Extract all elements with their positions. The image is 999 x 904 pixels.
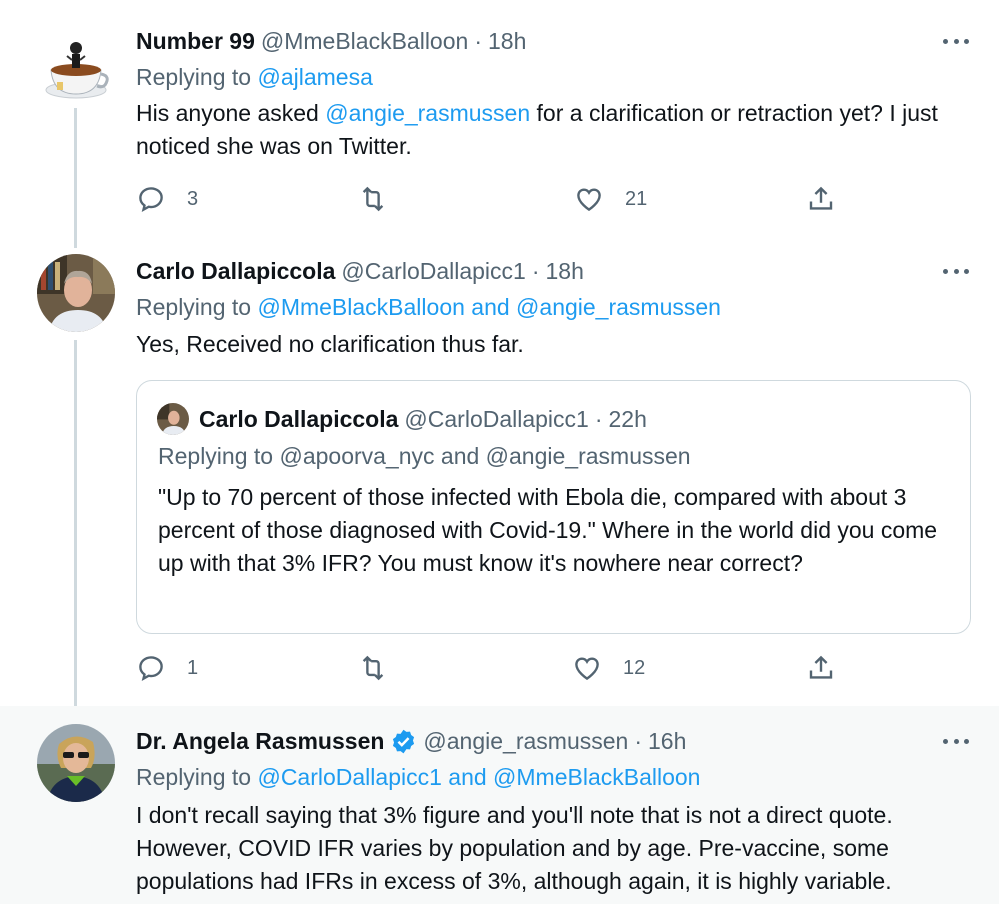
retweet-icon xyxy=(362,186,384,212)
author-handle[interactable]: @MmeBlackBalloon xyxy=(261,28,468,55)
quoted-timestamp: 22h xyxy=(608,405,647,432)
retweet-icon xyxy=(362,655,384,681)
action-bar: 1 12 xyxy=(136,653,836,687)
author-name[interactable]: Carlo Dallapiccola xyxy=(136,258,335,285)
more-options-icon[interactable] xyxy=(943,260,969,282)
like-button[interactable]: 21 xyxy=(574,184,647,214)
heart-icon xyxy=(575,657,599,681)
teacup-avatar-icon xyxy=(37,30,115,108)
reply-mention-link[interactable]: @ajlamesa xyxy=(257,64,372,90)
reply-mention-link[interactable]: @MmeBlackBalloon and @angie_rasmussen xyxy=(257,294,720,320)
quoted-tweet-text: "Up to 70 percent of those infected with… xyxy=(158,484,938,576)
timestamp[interactable]: 18h xyxy=(546,258,584,285)
reply-icon xyxy=(139,656,163,681)
quoted-reply-mentions: @apoorva_nyc and @angie_rasmussen xyxy=(279,443,691,469)
author-handle[interactable]: @angie_rasmussen xyxy=(423,728,628,755)
reply-count: 3 xyxy=(187,187,199,210)
tweet-text-part: His anyone asked xyxy=(136,100,326,126)
replying-to-label: Replying to xyxy=(158,443,274,469)
reply-mention-link[interactable]: @CarloDallapicc1 and @MmeBlackBalloon xyxy=(257,764,700,790)
action-bar: 3 21 xyxy=(136,184,836,218)
retweet-button[interactable] xyxy=(358,653,388,683)
tweet[interactable]: Number 99 @MmeBlackBalloon · 18h Replyin… xyxy=(0,24,999,242)
replying-to: Replying to @ajlamesa xyxy=(136,64,373,91)
quoted-author-name: Carlo Dallapiccola xyxy=(199,405,399,432)
tweet[interactable]: Carlo Dallapiccola @CarloDallapicc1 · 18… xyxy=(0,254,999,704)
like-count: 21 xyxy=(625,187,648,210)
quoted-tweet[interactable]: Carlo Dallapiccola @CarloDallapicc1 · 22… xyxy=(136,380,971,634)
tweet-text: His anyone asked @angie_rasmussen for a … xyxy=(136,97,966,163)
quoted-replying-to: Replying to @apoorva_nyc and @angie_rasm… xyxy=(158,443,691,470)
replying-to-label: Replying to xyxy=(136,764,252,790)
person-avatar-icon xyxy=(37,254,115,332)
replying-to: Replying to @MmeBlackBalloon and @angie_… xyxy=(136,294,721,321)
tweet-text: I don't recall saying that 3% figure and… xyxy=(136,802,893,894)
share-icon xyxy=(809,655,833,679)
replying-to: Replying to @CarloDallapicc1 and @MmeBla… xyxy=(136,764,700,791)
author-name[interactable]: Number 99 xyxy=(136,28,255,55)
share-button[interactable] xyxy=(806,184,836,214)
avatar[interactable] xyxy=(37,724,115,802)
avatar[interactable] xyxy=(37,254,115,332)
reply-button[interactable]: 1 xyxy=(136,653,198,683)
timestamp[interactable]: 16h xyxy=(648,728,686,755)
more-options-icon[interactable] xyxy=(943,30,969,52)
author-name[interactable]: Dr. Angela Rasmussen xyxy=(136,728,384,755)
reply-button[interactable]: 3 xyxy=(136,184,198,214)
mention-link[interactable]: @angie_rasmussen xyxy=(325,100,530,126)
timestamp[interactable]: 18h xyxy=(488,28,526,55)
quoted-avatar xyxy=(157,403,189,435)
more-options-icon[interactable] xyxy=(943,730,969,752)
tweet[interactable]: Dr. Angela Rasmussen @angie_rasmussen · … xyxy=(0,706,999,904)
separator-dot: · xyxy=(474,27,482,54)
quoted-author-handle: @CarloDallapicc1 xyxy=(404,405,589,432)
reply-icon xyxy=(139,187,163,212)
replying-to-label: Replying to xyxy=(136,294,252,320)
person-sunglasses-avatar-icon xyxy=(37,724,115,802)
retweet-button[interactable] xyxy=(358,184,388,214)
tweet-text: Yes, Received no clarification thus far. xyxy=(136,331,524,357)
author-handle[interactable]: @CarloDallapicc1 xyxy=(341,258,525,285)
reply-count: 1 xyxy=(187,656,199,679)
verified-badge-icon xyxy=(393,729,415,753)
like-button[interactable]: 12 xyxy=(572,653,645,683)
heart-icon xyxy=(577,188,601,212)
separator-dot: · xyxy=(594,405,603,432)
separator-dot: · xyxy=(634,727,642,754)
separator-dot: · xyxy=(531,257,540,284)
share-button[interactable] xyxy=(806,653,836,683)
like-count: 12 xyxy=(623,656,646,679)
avatar[interactable] xyxy=(37,30,115,108)
share-icon xyxy=(809,186,833,210)
replying-to-label: Replying to xyxy=(136,64,252,90)
person-avatar-icon xyxy=(157,403,189,435)
